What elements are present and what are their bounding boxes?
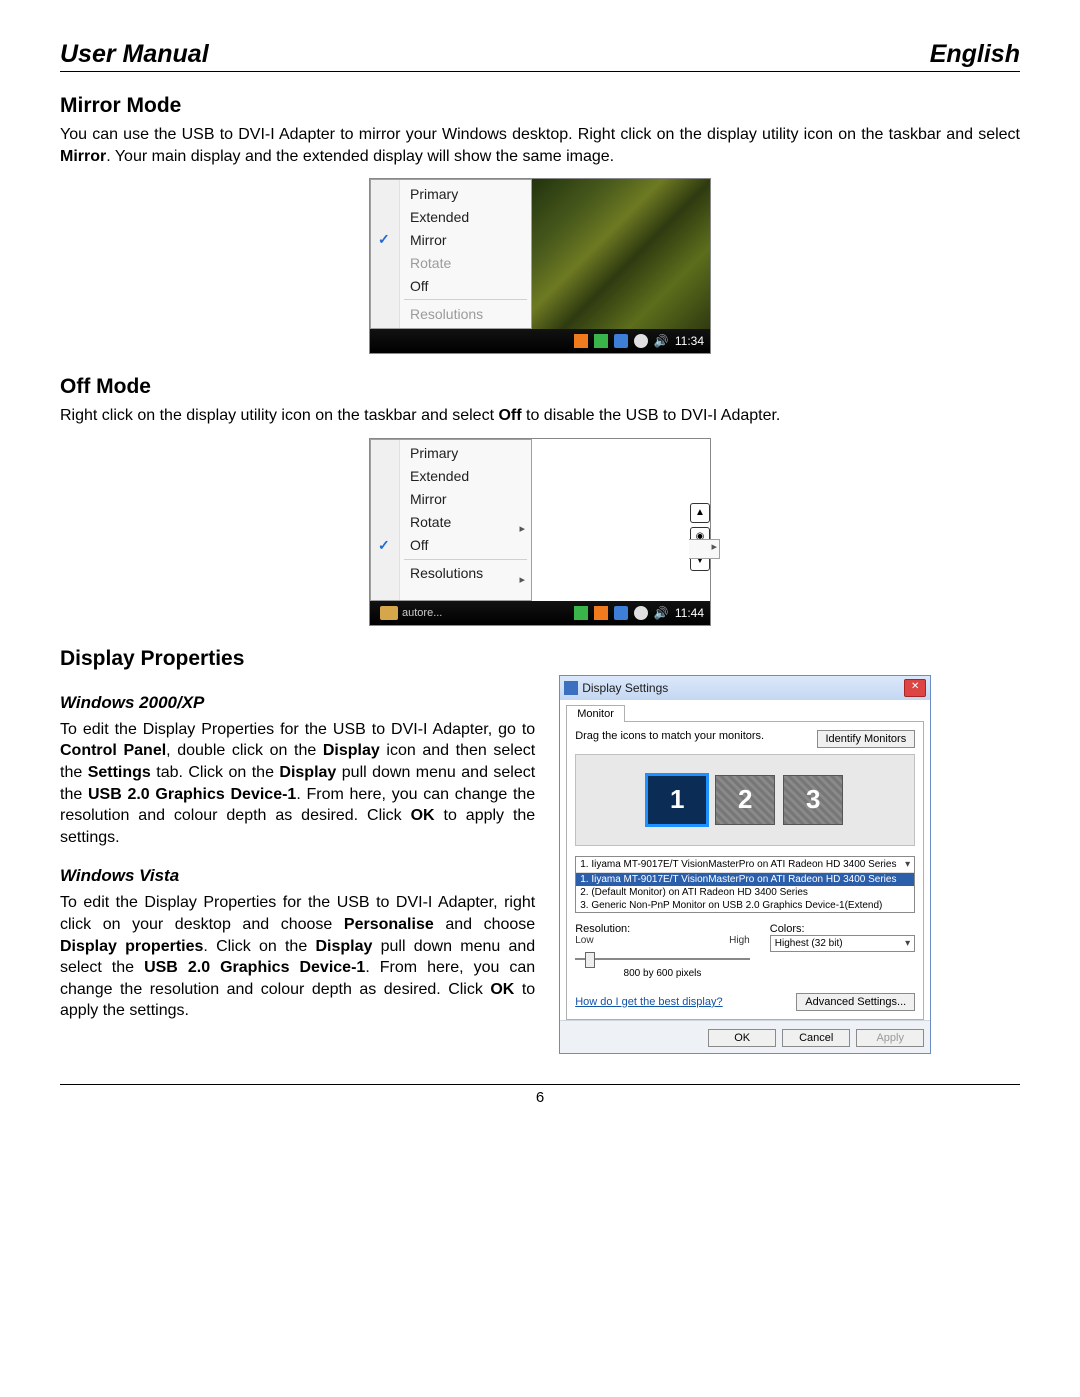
gadget-up-icon[interactable]: ▲ — [690, 503, 710, 523]
text: You can use the USB to DVI-I Adapter to … — [60, 126, 1020, 143]
menu-item-rotate[interactable]: Rotate — [400, 251, 531, 274]
volume-icon[interactable] — [654, 606, 669, 620]
hint-text: Drag the icons to match your monitors. — [575, 730, 764, 742]
advanced-settings-button[interactable]: Advanced Settings... — [796, 993, 915, 1011]
monitor-layout[interactable]: 1 2 3 — [575, 754, 915, 846]
desktop-background — [532, 179, 710, 329]
menu-item-extended[interactable]: Extended — [400, 205, 531, 228]
monitor-1[interactable]: 1 — [648, 776, 706, 824]
tab-monitor[interactable]: Monitor — [566, 705, 625, 722]
subheading-win2000xp: Windows 2000/XP — [60, 693, 535, 713]
display-settings-dialog: Display Settings ✕ Monitor Drag the icon… — [559, 675, 931, 1054]
taskbar: 11:34 — [370, 329, 710, 353]
menu-item-resolutions[interactable]: Resolutions — [400, 302, 531, 325]
menu-item-mirror[interactable]: ✓Mirror — [400, 228, 531, 251]
text: . Your main display and the extended dis… — [106, 148, 614, 165]
colors-dropdown[interactable]: Highest (32 bit) — [770, 935, 915, 952]
page-header: User Manual English — [60, 40, 1020, 72]
help-link[interactable]: How do I get the best display? — [575, 996, 722, 1008]
manual-title: User Manual — [60, 40, 209, 69]
check-icon: ✓ — [378, 231, 390, 248]
monitor-3[interactable]: 3 — [784, 776, 842, 824]
tray-icon[interactable] — [574, 606, 588, 620]
tray-icon[interactable] — [594, 606, 608, 620]
menu-item-primary[interactable]: Primary — [400, 182, 531, 205]
tray-icon[interactable] — [614, 606, 628, 620]
menu-item-extended[interactable]: Extended — [400, 465, 531, 488]
subheading-winvista: Windows Vista — [60, 866, 535, 886]
dropdown-selected: 1. Iiyama MT-9017E/T VisionMasterPro on … — [580, 859, 896, 870]
identify-monitors-button[interactable]: Identify Monitors — [817, 730, 916, 748]
heading-display-properties: Display Properties — [60, 647, 1020, 671]
network-icon[interactable] — [634, 606, 648, 620]
taskbar-app-label[interactable]: autore... — [402, 607, 442, 619]
text-bold: Mirror — [60, 148, 106, 165]
volume-icon[interactable] — [654, 334, 669, 348]
menu-item-off[interactable]: ✓Off — [400, 534, 531, 557]
apply-button[interactable]: Apply — [856, 1029, 924, 1047]
close-button[interactable]: ✕ — [904, 679, 926, 697]
para-winvista: To edit the Display Properties for the U… — [60, 892, 535, 1022]
network-icon[interactable] — [634, 334, 648, 348]
taskbar: autore... 11:44 — [370, 601, 710, 625]
ok-button[interactable]: OK — [708, 1029, 776, 1047]
tray-icon[interactable] — [614, 334, 628, 348]
menu-item-rotate[interactable]: Rotate — [400, 511, 531, 534]
taskbar-clock: 11:34 — [675, 334, 704, 348]
dialog-panel: Drag the icons to match your monitors. I… — [566, 721, 924, 1020]
heading-mirror-mode: Mirror Mode — [60, 94, 1020, 118]
dialog-button-row: OK Cancel Apply — [560, 1020, 930, 1053]
para-win2000xp: To edit the Display Properties for the U… — [60, 719, 535, 849]
check-icon: ✓ — [378, 537, 390, 554]
res-high-label: High — [729, 935, 750, 946]
submenu-flyout — [689, 539, 720, 559]
dropdown-option[interactable]: 1. Iiyama MT-9017E/T VisionMasterPro on … — [576, 873, 914, 886]
resolution-label: Resolution: — [575, 923, 750, 935]
menu-separator — [404, 559, 527, 560]
menu-separator — [404, 299, 527, 300]
heading-off-mode: Off Mode — [60, 375, 1020, 399]
context-menu: Primary Extended Mirror Rotate ✓Off Reso… — [370, 439, 532, 601]
para-off-mode: Right click on the display utility icon … — [60, 405, 1020, 427]
menu-item-primary[interactable]: Primary — [400, 442, 531, 465]
tray-icon[interactable] — [574, 334, 588, 348]
menu-item-off[interactable]: Off — [400, 274, 531, 297]
dropdown-option[interactable]: 3. Generic Non-PnP Monitor on USB 2.0 Gr… — [576, 899, 914, 912]
desktop-background: ▲ ◉ ▼ — [532, 439, 710, 601]
dialog-titlebar: Display Settings ✕ — [560, 676, 930, 700]
dialog-icon — [564, 681, 578, 695]
taskbar-clock: 11:44 — [675, 606, 704, 620]
monitor-2[interactable]: 2 — [716, 776, 774, 824]
cancel-button[interactable]: Cancel — [782, 1029, 850, 1047]
tray-icon[interactable] — [594, 334, 608, 348]
colors-label: Colors: — [770, 923, 915, 935]
menu-item-mirror[interactable]: Mirror — [400, 488, 531, 511]
page-number: 6 — [60, 1089, 1020, 1106]
sidebar-gadget: ▲ ◉ ▼ — [690, 503, 710, 571]
page-rule — [60, 1084, 1020, 1085]
menu-item-resolutions[interactable]: Resolutions — [400, 562, 531, 585]
res-low-label: Low — [575, 935, 593, 946]
context-menu: Primary Extended ✓Mirror Rotate Off Reso… — [370, 179, 532, 329]
para-mirror-mode: You can use the USB to DVI-I Adapter to … — [60, 124, 1020, 167]
manual-language: English — [930, 40, 1020, 69]
resolution-value: 800 by 600 pixels — [575, 968, 750, 979]
display-dropdown[interactable]: 1. Iiyama MT-9017E/T VisionMasterPro on … — [575, 856, 915, 913]
screenshot-mirror-menu: Primary Extended ✓Mirror Rotate Off Reso… — [370, 179, 710, 353]
dropdown-option[interactable]: 2. (Default Monitor) on ATI Radeon HD 34… — [576, 886, 914, 899]
resolution-slider[interactable] — [575, 950, 750, 966]
screenshot-off-menu: Primary Extended Mirror Rotate ✓Off Reso… — [370, 439, 710, 625]
taskbar-app-icon[interactable] — [380, 606, 398, 620]
dialog-title: Display Settings — [582, 681, 900, 695]
dropdown-list: 1. Iiyama MT-9017E/T VisionMasterPro on … — [576, 872, 914, 912]
